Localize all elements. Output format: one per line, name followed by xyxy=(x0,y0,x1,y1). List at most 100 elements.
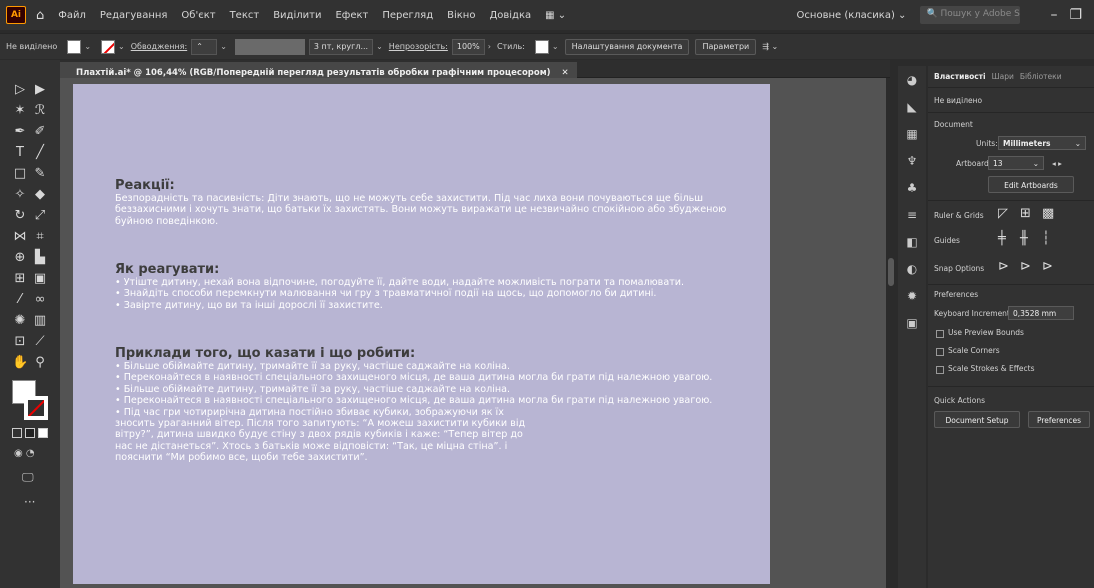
tab-layers[interactable]: Шари xyxy=(992,72,1014,81)
stroke-panel-icon[interactable]: ≡ xyxy=(904,207,920,223)
use-preview-bounds-checkbox[interactable] xyxy=(936,330,944,338)
color-panel-icon[interactable]: ◕ xyxy=(904,72,920,88)
opacity-label[interactable]: Непрозорість: xyxy=(389,42,448,51)
stroke-label[interactable]: Обводження: xyxy=(131,42,187,51)
chevron-right-icon[interactable]: › xyxy=(488,42,491,51)
slice-tool-icon[interactable]: ⟋ xyxy=(32,334,48,350)
minimize-icon[interactable]: – xyxy=(1050,7,1057,23)
vertical-scrollbar[interactable] xyxy=(886,78,896,588)
color-modes[interactable] xyxy=(12,428,48,438)
lasso-icon[interactable]: ℛ xyxy=(32,103,48,119)
snap-pixel-icon[interactable]: ⊳ xyxy=(1020,259,1031,274)
artboard-tool-icon[interactable]: ⊡ xyxy=(12,334,28,350)
graphic-styles-icon[interactable]: ▣ xyxy=(904,315,920,331)
scrollbar-thumb[interactable] xyxy=(888,258,894,286)
arrange-documents-icon[interactable]: ▦ ⌄ xyxy=(545,10,566,21)
tab-properties[interactable]: Властивості xyxy=(934,72,986,81)
menu-select[interactable]: Виділити xyxy=(273,10,321,21)
fill-swatch[interactable] xyxy=(67,39,82,54)
color-guide-icon[interactable]: ◣ xyxy=(904,99,920,115)
more-tools-icon[interactable]: ··· xyxy=(24,495,35,509)
direct-selection-tool-icon[interactable]: ▶ xyxy=(32,82,48,98)
zoom-tool-icon[interactable]: ⚲ xyxy=(32,355,48,371)
opacity-input[interactable]: 100% xyxy=(451,38,485,55)
guides-icon[interactable]: ╪ xyxy=(998,231,1006,246)
style-swatch[interactable] xyxy=(534,39,549,54)
free-transform-icon[interactable]: ⌗ xyxy=(32,229,48,245)
appearance-icon[interactable]: ✹ xyxy=(904,288,920,304)
pen-tool-icon[interactable]: ✒ xyxy=(12,124,28,140)
canvas[interactable]: Реакції: Безпорадність та пасивність: Ді… xyxy=(60,78,886,588)
artboard-nav-icon[interactable]: ◂ ▸ xyxy=(1052,159,1062,168)
eraser-icon[interactable]: ◆ xyxy=(32,187,48,203)
gradient-panel-icon[interactable]: ◧ xyxy=(904,234,920,250)
menu-effect[interactable]: Ефект xyxy=(335,10,368,21)
symbol-sprayer-icon[interactable]: ✺ xyxy=(12,313,28,329)
swatches-icon[interactable]: ▦ xyxy=(904,126,920,142)
stock-search-input[interactable]: 🔍 Пошук у Adobe Stock xyxy=(920,6,1021,24)
ruler-icon[interactable]: ◸ xyxy=(998,206,1008,221)
draw-modes-icon[interactable]: ◉ ◔ xyxy=(14,448,35,459)
rectangle-tool-icon[interactable]: □ xyxy=(12,166,28,182)
gradient-tool-icon[interactable]: ▣ xyxy=(32,271,48,287)
menu-edit[interactable]: Редагування xyxy=(100,10,168,21)
grid-icon[interactable]: ⊞ xyxy=(1020,206,1031,221)
perspective-grid-icon[interactable]: ▙ xyxy=(32,250,48,266)
scale-tool-icon[interactable]: ⤢ xyxy=(32,208,48,224)
transparency-icon[interactable]: ◐ xyxy=(904,261,920,277)
units-select[interactable]: Millimeters ⌄ xyxy=(998,136,1086,150)
scale-strokes-checkbox[interactable] xyxy=(936,366,944,374)
menu-view[interactable]: Перегляд xyxy=(382,10,433,21)
artboard-select[interactable]: 13 ⌄ xyxy=(988,156,1044,170)
brush-definition[interactable]: 3 пт, кругл... xyxy=(308,38,374,55)
hand-tool-icon[interactable]: ✋ xyxy=(12,355,28,371)
chevron-down-icon[interactable]: ⌄ xyxy=(552,42,559,51)
selection-tool-icon[interactable]: ▷ xyxy=(12,82,28,98)
shaper-tool-icon[interactable]: ✧ xyxy=(12,187,28,203)
rotate-tool-icon[interactable]: ↻ xyxy=(12,208,28,224)
menu-window[interactable]: Вікно xyxy=(447,10,475,21)
curvature-tool-icon[interactable]: ✐ xyxy=(32,124,48,140)
menu-object[interactable]: Об'єкт xyxy=(181,10,215,21)
preferences-button[interactable]: Параметри xyxy=(695,38,757,55)
eyedropper-icon[interactable]: ⁄ xyxy=(12,292,28,308)
chevron-down-icon[interactable]: ⌄ xyxy=(220,42,227,51)
variable-width-profile[interactable] xyxy=(234,38,305,55)
edit-artboards-button[interactable]: Edit Artboards xyxy=(988,176,1074,193)
stroke-weight-input[interactable]: ⌃ xyxy=(191,38,218,55)
artboard[interactable]: Реакції: Безпорадність та пасивність: Ді… xyxy=(73,84,770,584)
chevron-down-icon[interactable]: ⌄ xyxy=(376,42,383,51)
width-tool-icon[interactable]: ⋈ xyxy=(12,229,28,245)
menu-file[interactable]: Файл xyxy=(58,10,86,21)
stroke-swatch[interactable] xyxy=(101,39,116,54)
lock-guides-icon[interactable]: ╫ xyxy=(1020,231,1028,246)
blend-tool-icon[interactable]: ∞ xyxy=(32,292,48,308)
document-setup-button-panel[interactable]: Document Setup xyxy=(934,411,1020,428)
mesh-tool-icon[interactable]: ⊞ xyxy=(12,271,28,287)
home-icon[interactable]: ⌂ xyxy=(36,8,44,23)
restore-icon[interactable]: ❐ xyxy=(1069,7,1082,23)
magic-wand-icon[interactable]: ✶ xyxy=(12,103,28,119)
line-tool-icon[interactable]: ╱ xyxy=(32,145,48,161)
screen-mode-icon[interactable]: 🖵 xyxy=(22,470,34,485)
document-setup-button[interactable]: Налаштування документа xyxy=(564,38,690,55)
type-tool-icon[interactable]: T xyxy=(12,145,28,161)
chevron-down-icon[interactable]: ⌄ xyxy=(118,42,125,51)
smart-guides-icon[interactable]: ┆ xyxy=(1042,231,1050,246)
snap-point-icon[interactable]: ⊳ xyxy=(998,259,1009,274)
transparency-grid-icon[interactable]: ▩ xyxy=(1042,206,1054,221)
menu-type[interactable]: Текст xyxy=(230,10,260,21)
arrange-icon[interactable]: ⇶ ⌄ xyxy=(762,42,778,51)
tab-libraries[interactable]: Бібліотеки xyxy=(1020,72,1062,81)
symbols-icon[interactable]: ♣ xyxy=(904,180,920,196)
column-graph-icon[interactable]: ▥ xyxy=(32,313,48,329)
menu-help[interactable]: Довідка xyxy=(489,10,531,21)
chevron-down-icon[interactable]: ⌄ xyxy=(84,42,91,51)
workspace-switcher[interactable]: Основне (класика) ⌄ xyxy=(797,10,907,21)
keyboard-increment-input[interactable]: 0,3528 mm xyxy=(1008,306,1074,320)
brushes-icon[interactable]: ♆ xyxy=(904,153,920,169)
scale-corners-checkbox[interactable] xyxy=(936,348,944,356)
preferences-button-panel[interactable]: Preferences xyxy=(1028,411,1090,428)
snap-glyph-icon[interactable]: ⊳ xyxy=(1042,259,1053,274)
paintbrush-icon[interactable]: ✎ xyxy=(32,166,48,182)
